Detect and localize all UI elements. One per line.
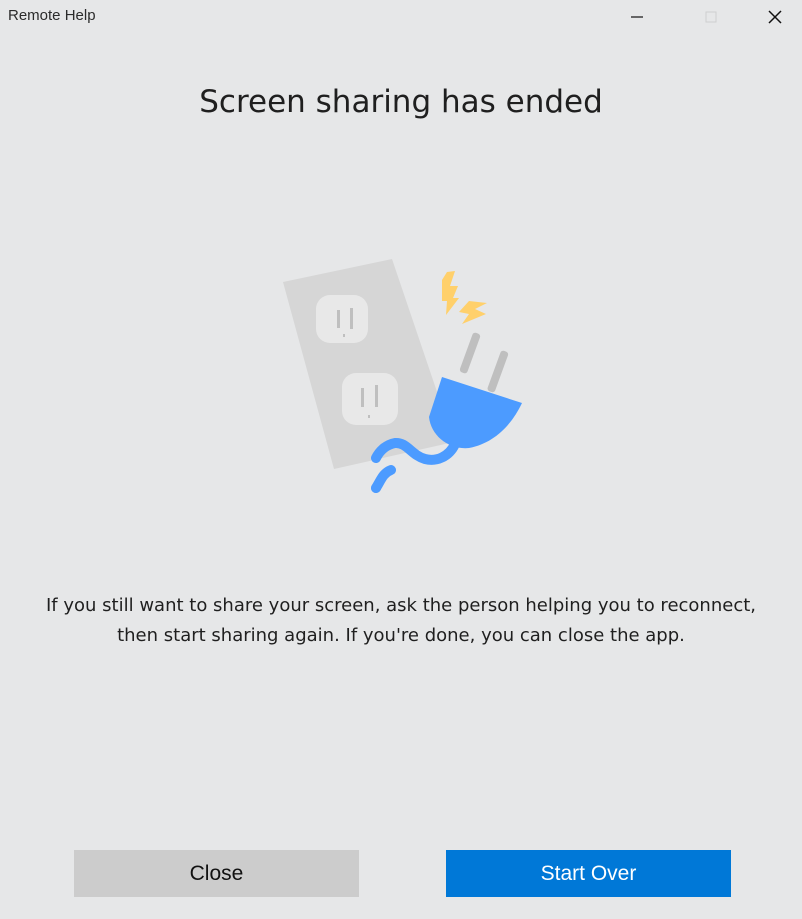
minimize-button[interactable] <box>614 0 660 34</box>
spark-icon <box>442 271 487 324</box>
close-window-button[interactable] <box>752 0 798 34</box>
remote-help-window: Remote Help Screen sharing has ended If … <box>0 0 802 919</box>
status-message: If you still want to share your screen, … <box>46 595 756 646</box>
close-icon <box>768 10 782 24</box>
window-title: Remote Help <box>8 7 96 24</box>
maximize-button[interactable] <box>688 0 734 34</box>
maximize-icon <box>705 11 717 23</box>
minimize-icon <box>631 16 643 18</box>
close-button[interactable]: Close <box>74 850 359 897</box>
disconnected-illustration <box>271 252 541 512</box>
page-title: Screen sharing has ended <box>199 84 603 120</box>
title-bar: Remote Help <box>0 0 802 34</box>
outlet-icon <box>283 259 454 469</box>
start-over-button[interactable]: Start Over <box>446 850 731 897</box>
